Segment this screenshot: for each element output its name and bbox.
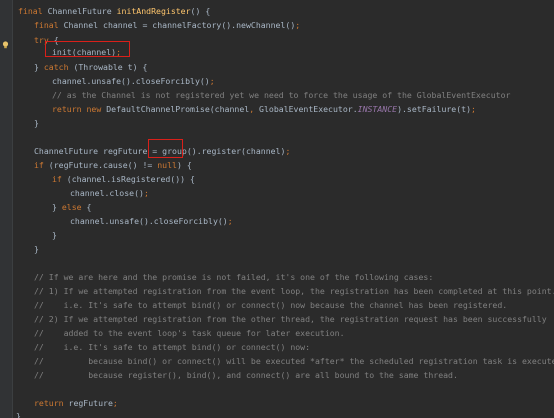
code-token: ,: [249, 104, 260, 114]
code-token: (Throwable t) {: [73, 62, 148, 72]
code-token: regFuture: [68, 398, 113, 408]
code-token: final: [18, 6, 48, 16]
code-line[interactable]: }: [34, 242, 39, 256]
code-token: }: [52, 202, 62, 212]
code-line[interactable]: // because bind() or connect() will be e…: [34, 354, 554, 368]
code-line[interactable]: // i.e. It's safe to attempt bind() or c…: [34, 298, 507, 312]
code-line[interactable]: channel.unsafe().closeForcibly();: [70, 214, 233, 228]
code-line[interactable]: channel.unsafe().closeForcibly();: [52, 74, 215, 88]
code-line[interactable]: }: [34, 116, 39, 130]
code-token: ChannelFuture: [47, 6, 117, 16]
code-token: null: [157, 160, 177, 170]
highlight-box-init: [45, 41, 130, 57]
code-token: // i.e. It's safe to attempt bind() or c…: [34, 300, 508, 310]
code-line[interactable]: channel.close();: [70, 186, 149, 200]
code-token: ;: [295, 20, 301, 30]
code-token: if: [52, 174, 67, 184]
code-token: // added to the event loop's task queue …: [34, 328, 345, 338]
code-token: ChannelFuture regFuture =: [34, 146, 163, 156]
code-token: DefaultChannelPromise(channel: [106, 104, 250, 114]
code-token: {: [86, 202, 92, 212]
code-token: INSTANCE: [357, 104, 398, 114]
code-token: return new: [52, 104, 107, 114]
code-token: channel.unsafe().closeForcibly(): [52, 76, 210, 86]
code-token: else: [61, 202, 87, 212]
code-token: }: [34, 118, 39, 128]
code-line[interactable]: return new DefaultChannelPromise(channel…: [52, 102, 476, 116]
code-line[interactable]: if (channel.isRegistered()) {: [52, 172, 195, 186]
code-token: catch: [43, 62, 74, 72]
lightbulb-icon[interactable]: [2, 41, 9, 49]
code-token: // because bind() or connect() will be e…: [34, 356, 554, 366]
code-token: }: [34, 244, 39, 254]
code-token: final: [34, 20, 64, 30]
code-line[interactable]: // because register(), bind(), and conne…: [34, 368, 458, 382]
code-line[interactable]: // added to the event loop's task queue …: [34, 326, 345, 340]
code-token: // because register(), bind(), and conne…: [34, 370, 458, 380]
code-token: ).setFailure(t): [397, 104, 472, 114]
code-line[interactable]: final ChannelFuture initAndRegister() {: [18, 4, 210, 18]
code-token: initAndRegister: [116, 6, 191, 16]
code-token: Channel channel = channelFactory().newCh…: [63, 20, 296, 30]
code-token: () {: [190, 6, 211, 16]
code-token: // If we are here and the promise is not…: [34, 272, 434, 282]
code-line[interactable]: } else {: [52, 200, 91, 214]
code-token: }: [16, 411, 21, 418]
code-token: }: [34, 62, 44, 72]
highlight-box-group: [148, 139, 183, 158]
code-editor[interactable]: final ChannelFuture initAndRegister() {f…: [0, 0, 554, 418]
code-token: GlobalEventExecutor.: [259, 104, 358, 114]
code-token: ;: [227, 216, 233, 226]
code-token: channel.unsafe().closeForcibly(): [70, 216, 228, 226]
code-token: if: [34, 160, 49, 170]
code-token: register(channel): [201, 146, 286, 156]
code-line[interactable]: // i.e. It's safe to attempt bind() or c…: [34, 340, 310, 354]
code-token: // 1) If we attempted registration from …: [34, 286, 554, 296]
code-line[interactable]: } catch (Throwable t) {: [34, 60, 147, 74]
code-line[interactable]: }: [16, 409, 21, 418]
code-token: ;: [143, 188, 149, 198]
code-line[interactable]: // 1) If we attempted registration from …: [34, 284, 554, 298]
editor-gutter: [0, 0, 13, 418]
code-line[interactable]: final Channel channel = channelFactory()…: [34, 18, 300, 32]
code-token: ;: [285, 146, 291, 156]
code-token: ;: [209, 76, 215, 86]
code-token: (channel.isRegistered()) {: [66, 174, 195, 184]
code-token: // i.e. It's safe to attempt bind() or c…: [34, 342, 311, 352]
code-line[interactable]: // If we are here and the promise is not…: [34, 270, 433, 284]
code-token: // 2) If we attempted registration from …: [34, 314, 547, 324]
code-token: ;: [471, 104, 476, 114]
code-token: }: [52, 230, 57, 240]
code-token: channel.close(): [70, 188, 144, 198]
code-token: // as the Channel is not registered yet …: [52, 90, 511, 100]
code-token: ;: [112, 398, 118, 408]
code-token: (regFuture.cause() !=: [48, 160, 158, 170]
code-line[interactable]: // 2) If we attempted registration from …: [34, 312, 547, 326]
code-line[interactable]: if (regFuture.cause() != null) {: [34, 158, 192, 172]
code-line[interactable]: // as the Channel is not registered yet …: [52, 88, 510, 102]
code-token: return: [34, 398, 69, 408]
code-token: ) {: [176, 160, 192, 170]
code-line[interactable]: }: [52, 228, 57, 242]
code-line[interactable]: return regFuture;: [34, 396, 118, 410]
